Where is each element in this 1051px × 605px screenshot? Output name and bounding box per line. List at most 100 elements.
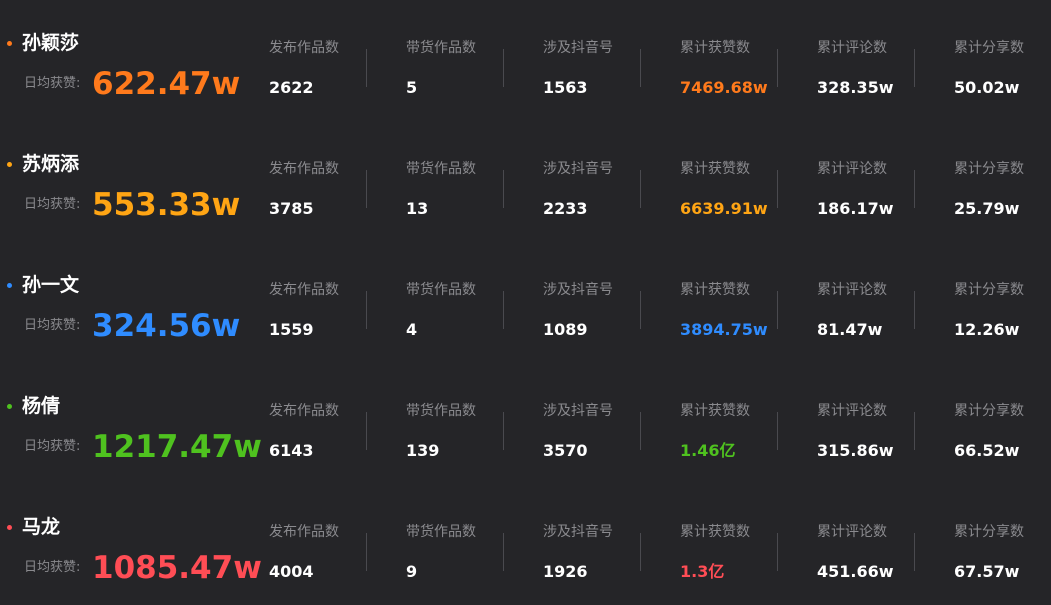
stat-value-total-comments: 328.35w bbox=[817, 78, 894, 97]
daily-likes-label: 日均获赞: bbox=[24, 318, 81, 333]
divider bbox=[503, 49, 504, 87]
stat-value-accounts: 1563 bbox=[543, 78, 588, 97]
daily-likes-value: 622.47w bbox=[92, 66, 241, 102]
daily-likes-label: 日均获赞: bbox=[24, 439, 81, 454]
divider bbox=[503, 170, 504, 208]
divider bbox=[366, 412, 367, 450]
stat-label-sales-works: 带货作品数 bbox=[406, 40, 476, 56]
stat-value-sales-works: 4 bbox=[406, 320, 418, 339]
divider bbox=[640, 49, 641, 87]
stat-value-accounts: 1926 bbox=[543, 562, 588, 581]
stat-label-total-shares: 累计分享数 bbox=[954, 161, 1024, 177]
stat-label-total-likes: 累计获赞数 bbox=[680, 524, 750, 540]
athlete-row: 孙一文 日均获赞: 324.56w 发布作品数 带货作品数 涉及抖音号 累计获赞… bbox=[0, 242, 1051, 363]
stat-value-total-likes: 6639.91w bbox=[680, 199, 768, 218]
stat-label-accounts: 涉及抖音号 bbox=[543, 282, 613, 298]
stat-value-total-shares: 50.02w bbox=[954, 78, 1020, 97]
stat-value-total-shares: 66.52w bbox=[954, 441, 1020, 460]
stat-value-total-comments: 81.47w bbox=[817, 320, 883, 339]
bullet-icon bbox=[7, 41, 12, 46]
stat-label-sales-works: 带货作品数 bbox=[406, 282, 476, 298]
stat-label-works: 发布作品数 bbox=[269, 524, 339, 540]
stat-label-total-likes: 累计获赞数 bbox=[680, 161, 750, 177]
bullet-icon bbox=[7, 162, 12, 167]
stat-label-accounts: 涉及抖音号 bbox=[543, 403, 613, 419]
stat-label-works: 发布作品数 bbox=[269, 282, 339, 298]
divider bbox=[366, 533, 367, 571]
divider bbox=[914, 170, 915, 208]
stat-value-accounts: 1089 bbox=[543, 320, 588, 339]
stat-label-total-comments: 累计评论数 bbox=[817, 524, 887, 540]
divider bbox=[914, 291, 915, 329]
stat-value-total-comments: 451.66w bbox=[817, 562, 894, 581]
divider bbox=[914, 49, 915, 87]
divider bbox=[366, 291, 367, 329]
stat-value-total-comments: 186.17w bbox=[817, 199, 894, 218]
divider bbox=[640, 533, 641, 571]
stat-value-accounts: 3570 bbox=[543, 441, 588, 460]
bullet-icon bbox=[7, 525, 12, 530]
stat-label-accounts: 涉及抖音号 bbox=[543, 161, 613, 177]
stat-label-total-likes: 累计获赞数 bbox=[680, 282, 750, 298]
stat-label-total-likes: 累计获赞数 bbox=[680, 403, 750, 419]
daily-likes-label: 日均获赞: bbox=[24, 560, 81, 575]
stat-value-works: 2622 bbox=[269, 78, 314, 97]
divider bbox=[640, 291, 641, 329]
stat-label-total-shares: 累计分享数 bbox=[954, 40, 1024, 56]
bullet-icon bbox=[7, 283, 12, 288]
stat-label-total-comments: 累计评论数 bbox=[817, 40, 887, 56]
stat-value-works: 4004 bbox=[269, 562, 314, 581]
divider bbox=[777, 533, 778, 571]
divider bbox=[503, 291, 504, 329]
daily-likes-value: 1085.47w bbox=[92, 550, 262, 586]
divider bbox=[777, 49, 778, 87]
daily-likes-value: 1217.47w bbox=[92, 429, 262, 465]
stat-value-total-shares: 67.57w bbox=[954, 562, 1020, 581]
athlete-name: 马龙 bbox=[22, 516, 61, 538]
divider bbox=[366, 49, 367, 87]
divider bbox=[914, 412, 915, 450]
divider bbox=[640, 170, 641, 208]
stat-label-works: 发布作品数 bbox=[269, 161, 339, 177]
stat-value-sales-works: 139 bbox=[406, 441, 440, 460]
divider bbox=[503, 533, 504, 571]
daily-likes-label: 日均获赞: bbox=[24, 197, 81, 212]
stat-value-total-shares: 12.26w bbox=[954, 320, 1020, 339]
stat-label-total-shares: 累计分享数 bbox=[954, 282, 1024, 298]
stat-value-works: 6143 bbox=[269, 441, 314, 460]
stat-label-total-comments: 累计评论数 bbox=[817, 282, 887, 298]
stat-value-total-likes: 1.3亿 bbox=[680, 562, 725, 581]
stat-label-total-shares: 累计分享数 bbox=[954, 403, 1024, 419]
divider bbox=[503, 412, 504, 450]
athlete-name: 孙颖莎 bbox=[22, 32, 80, 54]
divider bbox=[640, 412, 641, 450]
stat-value-sales-works: 9 bbox=[406, 562, 418, 581]
stat-label-sales-works: 带货作品数 bbox=[406, 403, 476, 419]
divider bbox=[777, 412, 778, 450]
divider bbox=[777, 170, 778, 208]
stat-value-accounts: 2233 bbox=[543, 199, 588, 218]
stat-label-accounts: 涉及抖音号 bbox=[543, 40, 613, 56]
stat-label-sales-works: 带货作品数 bbox=[406, 524, 476, 540]
athlete-row: 孙颖莎 日均获赞: 622.47w 发布作品数 带货作品数 涉及抖音号 累计获赞… bbox=[0, 0, 1051, 121]
stat-label-accounts: 涉及抖音号 bbox=[543, 524, 613, 540]
stat-value-total-shares: 25.79w bbox=[954, 199, 1020, 218]
stat-value-sales-works: 13 bbox=[406, 199, 429, 218]
stat-value-works: 1559 bbox=[269, 320, 314, 339]
stat-value-works: 3785 bbox=[269, 199, 314, 218]
athlete-name: 杨倩 bbox=[22, 395, 61, 417]
stat-label-total-comments: 累计评论数 bbox=[817, 161, 887, 177]
stat-label-works: 发布作品数 bbox=[269, 403, 339, 419]
stat-value-total-likes: 7469.68w bbox=[680, 78, 768, 97]
daily-likes-value: 324.56w bbox=[92, 308, 241, 344]
daily-likes-value: 553.33w bbox=[92, 187, 241, 223]
divider bbox=[366, 170, 367, 208]
stat-label-sales-works: 带货作品数 bbox=[406, 161, 476, 177]
stat-label-works: 发布作品数 bbox=[269, 40, 339, 56]
divider bbox=[914, 533, 915, 571]
athlete-row: 苏炳添 日均获赞: 553.33w 发布作品数 带货作品数 涉及抖音号 累计获赞… bbox=[0, 121, 1051, 242]
athlete-name: 苏炳添 bbox=[22, 153, 80, 175]
athlete-name: 孙一文 bbox=[22, 274, 80, 296]
divider bbox=[777, 291, 778, 329]
daily-likes-label: 日均获赞: bbox=[24, 76, 81, 91]
